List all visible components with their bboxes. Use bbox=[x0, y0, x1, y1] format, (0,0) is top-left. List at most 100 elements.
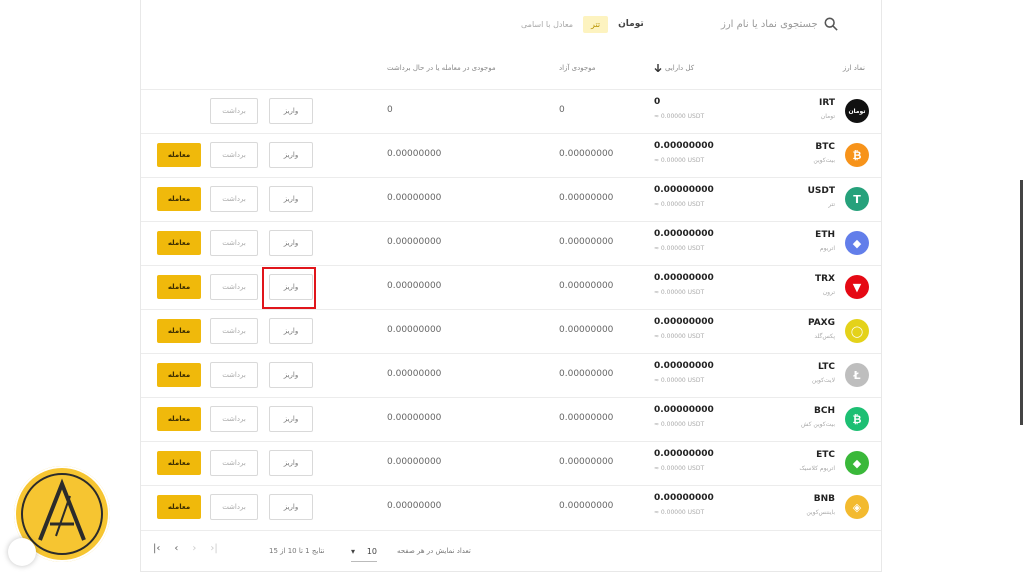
in-trade-balance: 0 bbox=[387, 105, 393, 115]
coin-glyph: ◯ bbox=[850, 324, 864, 338]
coin-glyph: ₿ bbox=[852, 148, 862, 162]
free-balance: 0.00000000 bbox=[559, 501, 614, 511]
coin-name: بیت‌کوین bbox=[813, 157, 835, 164]
first-page-button[interactable]: |‹ bbox=[153, 543, 160, 554]
per-page-select[interactable]: ▾ 10 bbox=[351, 541, 377, 562]
bch-coin-icon: ₿ bbox=[845, 407, 869, 431]
deposit-button[interactable]: واریز bbox=[269, 406, 313, 432]
withdraw-button[interactable]: برداشت bbox=[210, 98, 258, 124]
total-balance: 0.00000000 bbox=[654, 449, 714, 459]
filter-tether[interactable]: تتر bbox=[583, 15, 609, 33]
coin-name: لایت‌کوین bbox=[811, 377, 835, 384]
scrollbar-thumb[interactable] bbox=[1020, 180, 1023, 425]
coin-glyph: ◆ bbox=[852, 236, 862, 250]
trade-button[interactable]: معامله bbox=[157, 275, 201, 299]
usdt-equivalent: ≈ 0.00000 USDT bbox=[654, 421, 705, 428]
coin-name: تومان bbox=[820, 113, 835, 120]
deposit-button[interactable]: واریز bbox=[269, 494, 313, 520]
coin-name: بایننس‌کوین bbox=[806, 509, 835, 516]
withdraw-button[interactable]: برداشت bbox=[210, 142, 258, 168]
usdt-equivalent: ≈ 0.00000 USDT bbox=[654, 201, 705, 208]
withdraw-button[interactable]: برداشت bbox=[210, 362, 258, 388]
total-balance: 0.00000000 bbox=[654, 317, 714, 327]
sort-down-icon bbox=[654, 64, 662, 72]
pagination: |‹ ‹ › ›| bbox=[153, 543, 218, 554]
deposit-button[interactable]: واریز bbox=[269, 142, 313, 168]
total-balance: 0.00000000 bbox=[654, 361, 714, 371]
table-header: نماد ارز کل دارایی موجودی آزاد موجودی در… bbox=[141, 64, 881, 84]
usdt-coin-icon: T bbox=[845, 187, 869, 211]
coin-symbol: USDT bbox=[807, 186, 835, 196]
free-balance: 0.00000000 bbox=[559, 369, 614, 379]
deposit-button[interactable]: واریز bbox=[269, 274, 313, 300]
in-trade-balance: 0.00000000 bbox=[387, 501, 442, 511]
table-row: ◆ ETH اتریوم 0.00000000 ≈ 0.00000 USDT 0… bbox=[141, 221, 881, 265]
deposit-button[interactable]: واریز bbox=[269, 450, 313, 476]
total-balance: 0.00000000 bbox=[654, 405, 714, 415]
per-page-label: تعداد نمایش در هر صفحه bbox=[397, 547, 471, 555]
withdraw-button[interactable]: برداشت bbox=[210, 318, 258, 344]
usdt-equivalent: ≈ 0.00000 USDT bbox=[654, 113, 705, 120]
header-coin: نماد ارز bbox=[842, 64, 865, 72]
search-placeholder: جستجوی نماد یا نام ارز bbox=[721, 18, 818, 30]
table-row: ₿ BTC بیت‌کوین 0.00000000 ≈ 0.00000 USDT… bbox=[141, 133, 881, 177]
deposit-button[interactable]: واریز bbox=[269, 362, 313, 388]
trade-button[interactable]: معامله bbox=[157, 319, 201, 343]
deposit-button[interactable]: واریز bbox=[269, 186, 313, 212]
withdraw-button[interactable]: برداشت bbox=[210, 186, 258, 212]
coin-name: تتر bbox=[828, 201, 835, 208]
withdraw-button[interactable]: برداشت bbox=[210, 406, 258, 432]
trade-button[interactable]: معامله bbox=[157, 407, 201, 431]
in-trade-balance: 0.00000000 bbox=[387, 325, 442, 335]
usdt-equivalent: ≈ 0.00000 USDT bbox=[654, 157, 705, 164]
filter-equivalent[interactable]: معادل با اسامی bbox=[521, 20, 573, 29]
last-page-button[interactable]: ›| bbox=[210, 543, 217, 554]
trade-button[interactable]: معامله bbox=[157, 495, 201, 519]
wallet-panel: جستجوی نماد یا نام ارز تومان تتر معادل ب… bbox=[140, 0, 882, 572]
prev-page-button[interactable]: ‹ bbox=[174, 543, 178, 554]
in-trade-balance: 0.00000000 bbox=[387, 413, 442, 423]
withdraw-button[interactable]: برداشت bbox=[210, 274, 258, 300]
coin-glyph: ₿ bbox=[852, 412, 862, 426]
withdraw-button[interactable]: برداشت bbox=[210, 230, 258, 256]
in-trade-balance: 0.00000000 bbox=[387, 457, 442, 467]
coin-name: اتریوم bbox=[819, 245, 835, 252]
trx-coin-icon: ▼ bbox=[845, 275, 869, 299]
in-trade-balance: 0.00000000 bbox=[387, 237, 442, 247]
search-input[interactable]: جستجوی نماد یا نام ارز bbox=[721, 12, 861, 36]
trade-button[interactable]: معامله bbox=[157, 187, 201, 211]
usdt-equivalent: ≈ 0.00000 USDT bbox=[654, 509, 705, 516]
trade-button[interactable]: معامله bbox=[157, 231, 201, 255]
coin-glyph: T bbox=[853, 192, 861, 206]
trade-button[interactable]: معامله bbox=[157, 363, 201, 387]
coin-glyph: ◆ bbox=[852, 456, 862, 470]
free-balance: 0 bbox=[559, 105, 565, 115]
next-page-button[interactable]: › bbox=[192, 543, 196, 554]
usdt-equivalent: ≈ 0.00000 USDT bbox=[654, 289, 705, 296]
table-row: ◈ BNB بایننس‌کوین 0.00000000 ≈ 0.00000 U… bbox=[141, 485, 881, 529]
deposit-button[interactable]: واریز bbox=[269, 230, 313, 256]
filter-toman[interactable]: تومان bbox=[618, 19, 644, 29]
etc-coin-icon: ◆ bbox=[845, 451, 869, 475]
chat-widget-button[interactable] bbox=[8, 538, 36, 566]
eth-coin-icon: ◆ bbox=[845, 231, 869, 255]
table-row: تومان IRT تومان 0 ≈ 0.00000 USDT 0 0 وار… bbox=[141, 89, 881, 133]
irt-coin-icon: تومان bbox=[845, 99, 869, 123]
header-total[interactable]: کل دارایی bbox=[654, 64, 694, 72]
total-balance: 0.00000000 bbox=[654, 185, 714, 195]
free-balance: 0.00000000 bbox=[559, 149, 614, 159]
trade-button[interactable]: معامله bbox=[157, 143, 201, 167]
toolbar: جستجوی نماد یا نام ارز تومان تتر معادل ب… bbox=[141, 0, 881, 48]
trade-button[interactable]: معامله bbox=[157, 451, 201, 475]
usdt-equivalent: ≈ 0.00000 USDT bbox=[654, 465, 705, 472]
header-free-balance: موجودی آزاد bbox=[559, 64, 596, 72]
btc-coin-icon: ₿ bbox=[845, 143, 869, 167]
deposit-button[interactable]: واریز bbox=[269, 98, 313, 124]
usdt-equivalent: ≈ 0.00000 USDT bbox=[654, 377, 705, 384]
deposit-button[interactable]: واریز bbox=[269, 318, 313, 344]
table-row: Ł LTC لایت‌کوین 0.00000000 ≈ 0.00000 USD… bbox=[141, 353, 881, 397]
total-balance: 0.00000000 bbox=[654, 493, 714, 503]
withdraw-button[interactable]: برداشت bbox=[210, 450, 258, 476]
table-row: ◯ PAXG پکس‌گلد 0.00000000 ≈ 0.00000 USDT… bbox=[141, 309, 881, 353]
withdraw-button[interactable]: برداشت bbox=[210, 494, 258, 520]
